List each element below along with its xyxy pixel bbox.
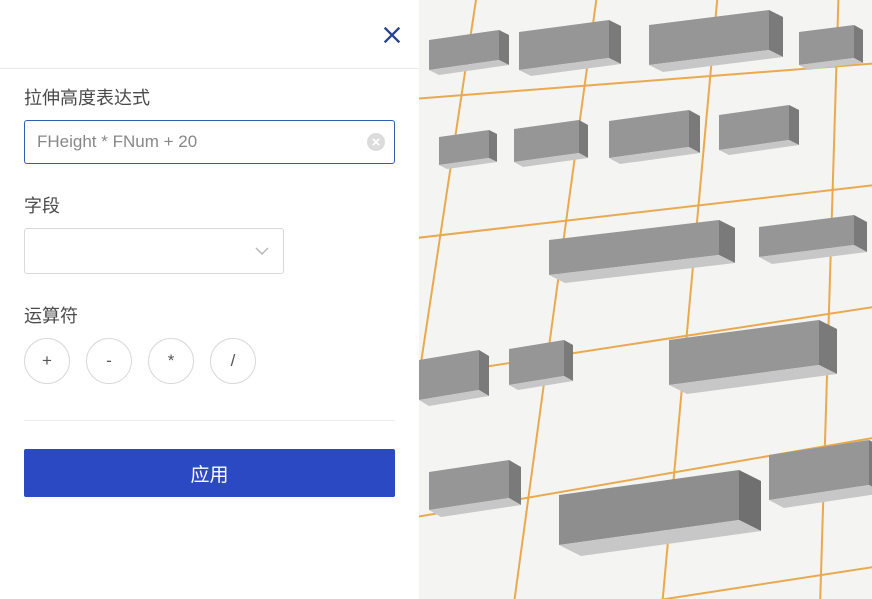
operator-divide-button[interactable]: /: [210, 338, 256, 384]
close-button[interactable]: [381, 24, 403, 53]
panel-content: 拉伸高度表达式 字段 运算符 + - * / 应用: [0, 0, 419, 497]
settings-panel: 拉伸高度表达式 字段 运算符 + - * / 应用: [0, 0, 419, 599]
chevron-down-icon: [255, 242, 269, 260]
field-select-wrap: [24, 228, 395, 274]
apply-button[interactable]: 应用: [24, 449, 395, 497]
section-divider: [24, 420, 395, 421]
operators-label: 运算符: [24, 302, 395, 328]
close-icon: [381, 24, 403, 46]
map-canvas: [419, 0, 872, 599]
expression-label: 拉伸高度表达式: [24, 84, 395, 110]
x-icon: [372, 138, 380, 146]
expression-input-wrap: [24, 120, 395, 164]
operator-plus-button[interactable]: +: [24, 338, 70, 384]
clear-input-button[interactable]: [367, 133, 385, 151]
operator-multiply-button[interactable]: *: [148, 338, 194, 384]
operator-minus-button[interactable]: -: [86, 338, 132, 384]
field-select[interactable]: [24, 228, 284, 274]
map-3d-view[interactable]: [419, 0, 872, 599]
operators-row: + - * /: [24, 338, 395, 384]
header-divider: [0, 68, 419, 69]
expression-input[interactable]: [24, 120, 395, 164]
field-label: 字段: [24, 192, 395, 218]
